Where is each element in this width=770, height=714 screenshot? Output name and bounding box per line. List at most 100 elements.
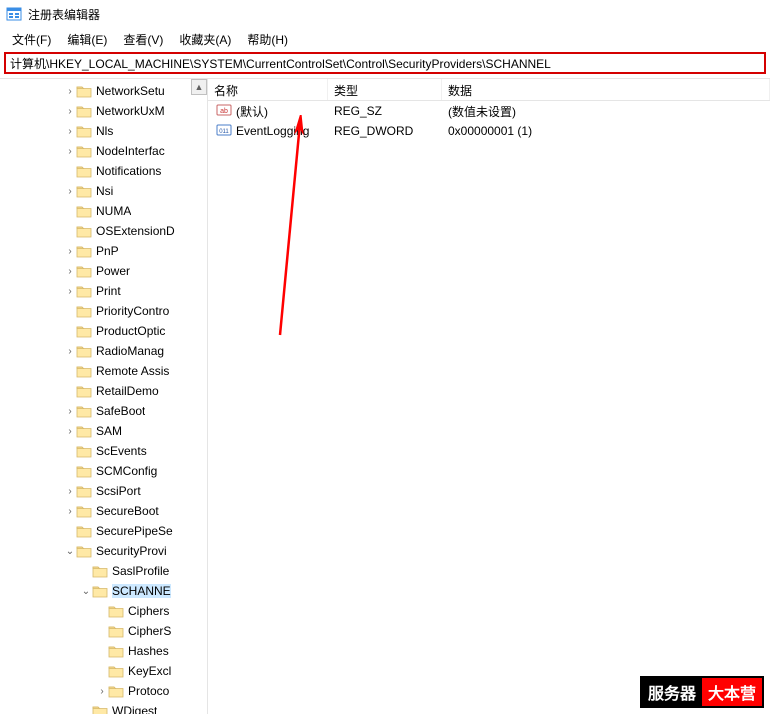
tree-item-label: SAM — [96, 424, 122, 438]
tree-item[interactable]: › NetworkUxM — [0, 101, 207, 121]
tree-item[interactable]: Hashes — [0, 641, 207, 661]
tree-item[interactable]: › Print — [0, 281, 207, 301]
tree-toggle-icon[interactable]: › — [64, 486, 76, 497]
value-type: REG_DWORD — [328, 124, 442, 138]
tree-item[interactable]: › Nsi — [0, 181, 207, 201]
tree-item[interactable]: Remote Assis — [0, 361, 207, 381]
list-row[interactable]: 011EventLogging REG_DWORD0x00000001 (1) — [208, 121, 770, 141]
header-type[interactable]: 类型 — [328, 79, 442, 100]
tree-item-label: PriorityContro — [96, 304, 169, 318]
tree-item-label: NetworkUxM — [96, 104, 165, 118]
tree-toggle-icon[interactable]: › — [64, 506, 76, 517]
tree-item[interactable]: › Protoco — [0, 681, 207, 701]
tree-item-label: Remote Assis — [96, 364, 169, 378]
tree-item-label: Power — [96, 264, 130, 278]
menu-edit[interactable]: 编辑(E) — [59, 29, 115, 50]
tree-item[interactable]: SecurePipeSe — [0, 521, 207, 541]
tree-item[interactable]: NUMA — [0, 201, 207, 221]
tree-item[interactable]: ProductOptic — [0, 321, 207, 341]
tree-item[interactable]: OSExtensionD — [0, 221, 207, 241]
tree-item-label: SecurityProvi — [96, 544, 167, 558]
tree-item-label: ScsiPort — [96, 484, 141, 498]
tree-item[interactable]: ⌄ SecurityProvi — [0, 541, 207, 561]
tree-item[interactable]: RetailDemo — [0, 381, 207, 401]
tree-item[interactable]: PriorityContro — [0, 301, 207, 321]
tree-toggle-icon[interactable]: › — [64, 286, 76, 297]
list-row[interactable]: ab(默认)REG_SZ(数值未设置) — [208, 101, 770, 121]
tree-item[interactable]: › SafeBoot — [0, 401, 207, 421]
tree-view[interactable]: ▲ › NetworkSetu › NetworkUxM ›Nls›NodeInterf… — [0, 79, 208, 714]
tree-item-label: SaslProfile — [112, 564, 169, 578]
value-data: (数值未设置) — [442, 103, 770, 120]
tree-item[interactable]: SaslProfile — [0, 561, 207, 581]
list-view[interactable]: 名称 类型 数据 ab(默认)REG_SZ(数值未设置)011EventLogg… — [208, 79, 770, 714]
list-header: 名称 类型 数据 — [208, 79, 770, 101]
header-data[interactable]: 数据 — [442, 79, 770, 100]
tree-toggle-icon[interactable]: ⌄ — [80, 586, 92, 597]
tree-item[interactable]: ›SecureBoot — [0, 501, 207, 521]
value-data: 0x00000001 (1) — [442, 124, 770, 138]
tree-toggle-icon[interactable]: › — [64, 266, 76, 277]
tree-item[interactable]: › PnP — [0, 241, 207, 261]
tree-toggle-icon[interactable]: › — [64, 86, 76, 97]
tree-item[interactable]: › SAM — [0, 421, 207, 441]
tree-item[interactable]: Ciphers — [0, 601, 207, 621]
header-name[interactable]: 名称 — [208, 79, 328, 100]
tree-item-label: PnP — [96, 244, 119, 258]
tree-item-label: Notifications — [96, 164, 161, 178]
tree-item[interactable]: CipherS — [0, 621, 207, 641]
tree-toggle-icon[interactable]: › — [64, 106, 76, 117]
watermark-left: 服务器 — [642, 678, 702, 706]
tree-item[interactable]: › RadioManag — [0, 341, 207, 361]
tree-item[interactable]: › NetworkSetu — [0, 81, 207, 101]
menu-file[interactable]: 文件(F) — [4, 29, 59, 50]
address-bar-container: 计算机\HKEY_LOCAL_MACHINE\SYSTEM\CurrentCon… — [0, 50, 770, 78]
tree-item[interactable]: Notifications — [0, 161, 207, 181]
tree-item[interactable]: › ScsiPort — [0, 481, 207, 501]
tree-toggle-icon[interactable]: › — [64, 406, 76, 417]
tree-item[interactable]: KeyExcl — [0, 661, 207, 681]
menu-bar: 文件(F) 编辑(E) 查看(V) 收藏夹(A) 帮助(H) — [0, 28, 770, 50]
tree-toggle-icon[interactable]: › — [64, 426, 76, 437]
tree-item-label: KeyExcl — [128, 664, 171, 678]
tree-item[interactable]: ScEvents — [0, 441, 207, 461]
tree-item[interactable]: WDigest — [0, 701, 207, 714]
tree-item-label: Print — [96, 284, 121, 298]
tree-item[interactable]: › Power — [0, 261, 207, 281]
tree-item-label: RadioManag — [96, 344, 164, 358]
tree-toggle-icon[interactable]: › — [64, 346, 76, 357]
tree-item-label: NUMA — [96, 204, 131, 218]
app-icon — [6, 6, 22, 22]
tree-item-label: Protoco — [128, 684, 169, 698]
tree-toggle-icon[interactable]: ⌄ — [64, 546, 76, 557]
tree-toggle-icon[interactable]: › — [64, 146, 76, 157]
tree-toggle-icon[interactable]: › — [64, 186, 76, 197]
tree-item-label: Hashes — [128, 644, 169, 658]
watermark: 服务器 大本营 — [640, 676, 764, 708]
tree-item-label: Nsi — [96, 184, 113, 198]
svg-text:ab: ab — [220, 108, 228, 115]
tree-toggle-icon[interactable]: › — [64, 246, 76, 257]
tree-item[interactable]: ›Nls — [0, 121, 207, 141]
scroll-up-arrow[interactable]: ▲ — [191, 79, 207, 95]
tree-item-label: OSExtensionD — [96, 224, 175, 238]
tree-item[interactable]: ⌄SCHANNE — [0, 581, 207, 601]
tree-toggle-icon[interactable]: › — [96, 686, 108, 697]
annotation-arrow — [270, 115, 310, 345]
tree-item[interactable]: SCMConfig — [0, 461, 207, 481]
tree-item[interactable]: ›NodeInterfac — [0, 141, 207, 161]
address-bar[interactable]: 计算机\HKEY_LOCAL_MACHINE\SYSTEM\CurrentCon… — [4, 52, 766, 74]
tree-toggle-icon[interactable]: › — [64, 126, 76, 137]
tree-item-label: SCMConfig — [96, 464, 157, 478]
content-pane: ▲ › NetworkSetu › NetworkUxM ›Nls›NodeInterf… — [0, 78, 770, 714]
tree-item-label: ProductOptic — [96, 324, 165, 338]
tree-item-label: NetworkSetu — [96, 84, 165, 98]
menu-view[interactable]: 查看(V) — [115, 29, 171, 50]
menu-help[interactable]: 帮助(H) — [239, 29, 296, 50]
value-name: EventLogging — [236, 124, 309, 138]
tree-item-label: SafeBoot — [96, 404, 145, 418]
tree-item-label: CipherS — [128, 624, 171, 638]
value-icon: 011 — [214, 122, 236, 141]
menu-favorites[interactable]: 收藏夹(A) — [171, 29, 239, 50]
tree-item-label: RetailDemo — [96, 384, 159, 398]
